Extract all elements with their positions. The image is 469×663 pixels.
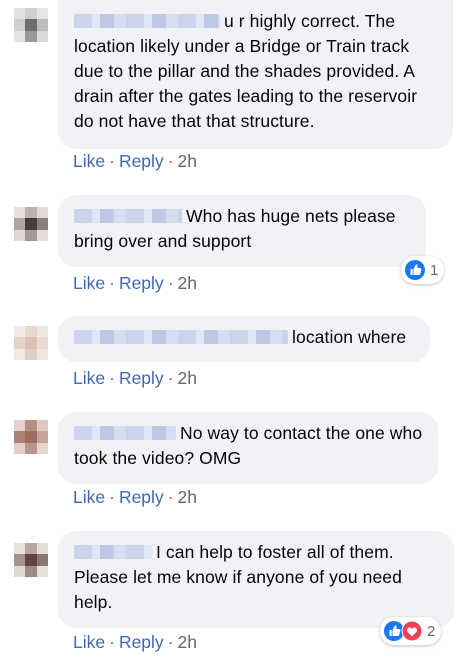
- reply-button[interactable]: Reply: [119, 151, 164, 171]
- comment-actions: Like · Reply · 2h: [73, 151, 197, 172]
- separator: ·: [109, 632, 115, 652]
- avatar[interactable]: [14, 543, 48, 577]
- separator: ·: [167, 273, 174, 293]
- reaction-count: 1: [430, 261, 439, 279]
- separator: ·: [109, 487, 115, 507]
- like-button[interactable]: Like: [73, 151, 105, 171]
- timestamp[interactable]: 2h: [178, 151, 197, 171]
- reply-button[interactable]: Reply: [119, 487, 164, 507]
- comment-actions: Like · Reply · 2h: [73, 487, 197, 508]
- like-button[interactable]: Like: [73, 632, 105, 652]
- comment-bubble: I can help to foster all of them. Please…: [58, 531, 454, 628]
- separator: ·: [167, 368, 174, 388]
- separator: ·: [167, 487, 174, 507]
- love-reaction-icon: [401, 620, 423, 642]
- reaction-summary[interactable]: 2: [380, 617, 442, 645]
- comment-text: u r highly correct. The location likely …: [74, 11, 418, 131]
- timestamp[interactable]: 2h: [178, 273, 197, 293]
- reaction-summary[interactable]: 1: [401, 256, 445, 284]
- comment-text: location where: [292, 327, 407, 347]
- avatar[interactable]: [14, 326, 48, 360]
- blurred-author-name[interactable]: [74, 330, 288, 344]
- like-button[interactable]: Like: [73, 368, 105, 388]
- blurred-author-name[interactable]: [74, 209, 182, 223]
- comment-actions: Like · Reply · 2h: [73, 273, 197, 294]
- like-button[interactable]: Like: [73, 273, 105, 293]
- blurred-author-name[interactable]: [74, 426, 176, 440]
- avatar[interactable]: [14, 8, 48, 42]
- comment-actions: Like · Reply · 2h: [73, 632, 197, 653]
- reply-button[interactable]: Reply: [119, 632, 164, 652]
- comment-bubble: Who has huge nets please bring over and …: [58, 195, 426, 267]
- timestamp[interactable]: 2h: [178, 632, 197, 652]
- avatar[interactable]: [14, 420, 48, 454]
- like-reaction-icon: [405, 260, 425, 280]
- separator: ·: [167, 151, 174, 171]
- blurred-author-name[interactable]: [74, 14, 220, 28]
- reply-button[interactable]: Reply: [119, 273, 164, 293]
- separator: ·: [109, 368, 115, 388]
- separator: ·: [109, 151, 115, 171]
- blurred-author-name[interactable]: [74, 545, 152, 559]
- separator: ·: [167, 632, 174, 652]
- separator: ·: [109, 273, 115, 293]
- reply-button[interactable]: Reply: [119, 368, 164, 388]
- comment-actions: Like · Reply · 2h: [73, 368, 197, 389]
- avatar[interactable]: [14, 207, 48, 241]
- comment-bubble: u r highly correct. The location likely …: [58, 0, 453, 149]
- timestamp[interactable]: 2h: [178, 368, 197, 388]
- comment-bubble: No way to contact the one who took the v…: [58, 412, 438, 484]
- reaction-count: 2: [427, 622, 436, 640]
- timestamp[interactable]: 2h: [178, 487, 197, 507]
- like-button[interactable]: Like: [73, 487, 105, 507]
- comment-bubble: location where: [58, 316, 430, 362]
